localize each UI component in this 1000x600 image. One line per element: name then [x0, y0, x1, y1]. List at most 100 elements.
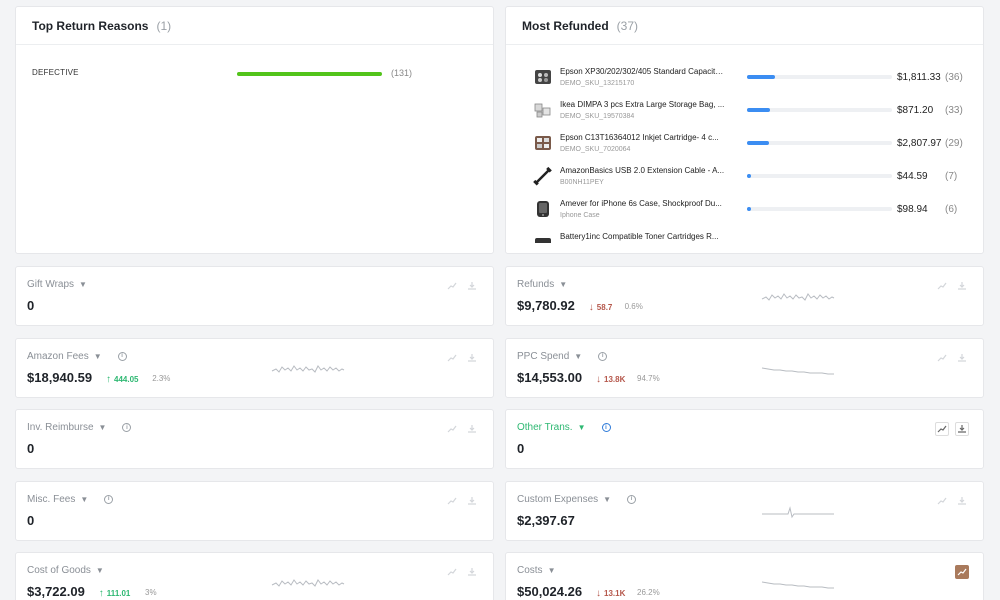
refund-list[interactable]: Epson XP30/202/302/405 Standard Capacity…	[506, 47, 983, 243]
caret-down-icon[interactable]: ▼	[548, 566, 556, 575]
metric-value: $14,553.00	[517, 369, 583, 385]
refund-item-name[interactable]: Epson XP30/202/302/405 Standard Capacity…	[560, 67, 725, 76]
metric-value: $9,780.92	[517, 298, 575, 313]
refund-item-bar-fill	[747, 108, 771, 112]
download-icon[interactable]	[955, 494, 969, 508]
refund-item-bar	[747, 141, 892, 145]
refund-item-name[interactable]: Epson C13T16364012 Inkjet Cartridge- 4 c…	[560, 133, 725, 142]
trend-chart-icon[interactable]	[935, 279, 949, 293]
metric-actions	[445, 279, 479, 293]
gift-wraps-card[interactable]: Gift Wraps ▼ 0	[15, 266, 494, 326]
metric-label[interactable]: Amazon Fees ▼ i	[27, 351, 127, 362]
sparkline	[762, 505, 834, 518]
refund-item-bar	[747, 207, 892, 211]
custom-expenses-card[interactable]: Custom Expenses ▼ i $2,397.67	[505, 480, 984, 541]
metric-label[interactable]: Cost of Goods ▼	[27, 565, 104, 576]
reason-row[interactable]: DEFECTIVE (131)	[32, 67, 432, 81]
metric-label[interactable]: Inv. Reimburse ▼ i	[27, 422, 132, 433]
download-icon[interactable]	[955, 279, 969, 293]
metric-label-text: Costs	[517, 565, 543, 576]
card-header: Top Return Reasons (1)	[16, 7, 493, 45]
info-icon[interactable]: i	[601, 423, 611, 432]
metric-value: 0	[27, 441, 35, 456]
refund-item[interactable]: Epson XP30/202/302/405 Standard Capacity…	[506, 61, 983, 94]
refund-item-name[interactable]: Battery1inc Compatible Toner Cartridges …	[560, 232, 725, 241]
metric-percent: 3%	[145, 588, 157, 597]
trend-chart-icon[interactable]	[445, 279, 459, 293]
refund-item[interactable]: Amever for iPhone 6s Case, Shockproof Du…	[506, 193, 983, 226]
metric-label[interactable]: Refunds ▼	[517, 279, 567, 290]
metric-percent: 2.3%	[152, 373, 171, 383]
refund-item-bar-fill	[747, 141, 769, 145]
caret-down-icon[interactable]: ▼	[94, 352, 102, 361]
printer-cartridge-icon	[532, 67, 554, 87]
trend-chart-icon[interactable]	[935, 494, 949, 508]
other-trans-card[interactable]: Other Trans. ▼ i 0	[505, 409, 984, 469]
metric-actions	[935, 351, 969, 365]
info-icon[interactable]: i	[627, 494, 637, 504]
caret-down-icon[interactable]: ▼	[96, 566, 104, 575]
refund-item[interactable]: AmazonBasics USB 2.0 Extension Cable - A…	[506, 160, 983, 193]
refund-item-sku: DEMO_SKU_7020064	[560, 146, 631, 153]
trend-chart-icon[interactable]	[445, 351, 459, 365]
metric-label-text: Gift Wraps	[27, 279, 75, 290]
caret-down-icon[interactable]: ▼	[79, 280, 87, 289]
download-icon[interactable]	[465, 279, 479, 293]
metric-label[interactable]: Custom Expenses ▼ i	[517, 494, 637, 505]
metric-change: ↓ 58.7	[589, 302, 613, 313]
metric-value: 0	[27, 512, 35, 528]
refund-item-name[interactable]: Amever for iPhone 6s Case, Shockproof Du…	[560, 199, 725, 208]
caret-down-icon[interactable]: ▼	[559, 280, 567, 289]
refund-item-sku: DEMO_SKU_19570384	[560, 113, 635, 120]
info-icon[interactable]: i	[598, 351, 608, 361]
phone-case-icon	[532, 199, 554, 219]
metric-label[interactable]: Other Trans. ▼ i	[517, 422, 611, 433]
metric-actions	[935, 494, 969, 508]
info-icon[interactable]: i	[117, 351, 127, 361]
metric-label[interactable]: Misc. Fees ▼ i	[27, 494, 114, 505]
refund-item-amount: $2,807.97	[897, 138, 942, 149]
caret-down-icon[interactable]: ▼	[574, 352, 582, 361]
reason-bar	[237, 72, 382, 76]
metric-label[interactable]: Costs ▼	[517, 565, 555, 576]
amazon-fees-card[interactable]: Amazon Fees ▼ i $18,940.59 ↑ 444.05 2.3%	[15, 337, 494, 398]
metric-change-value: 111.01	[106, 589, 131, 598]
metric-label[interactable]: Gift Wraps ▼	[27, 279, 87, 290]
top-return-reasons-card: Top Return Reasons (1) DEFECTIVE (131)	[15, 6, 494, 254]
reason-bar-fill	[237, 72, 382, 76]
sparkline	[761, 367, 834, 374]
usb-cable-icon	[532, 166, 554, 186]
trend-chart-icon[interactable]	[445, 494, 459, 508]
info-icon[interactable]: i	[122, 423, 132, 432]
inv-reimburse-card[interactable]: Inv. Reimburse ▼ i 0	[15, 409, 494, 469]
download-icon[interactable]	[465, 422, 479, 436]
metric-change: ↑ 444.05	[106, 374, 138, 385]
download-icon[interactable]	[465, 494, 479, 508]
trend-chart-icon[interactable]	[935, 422, 949, 436]
download-icon[interactable]	[465, 351, 479, 365]
metric-percent: 0.6%	[624, 302, 643, 311]
caret-down-icon[interactable]: ▼	[578, 423, 586, 432]
download-icon[interactable]	[955, 422, 969, 436]
ppc-spend-card[interactable]: PPC Spend ▼ i $14,553.00 ↓ 13.8K 94.7%	[505, 337, 984, 398]
caret-down-icon[interactable]: ▼	[99, 423, 107, 432]
info-icon[interactable]: i	[104, 494, 114, 504]
misc-fees-card[interactable]: Misc. Fees ▼ i 0	[15, 480, 494, 541]
trend-chart-icon[interactable]	[445, 422, 459, 436]
trend-chart-icon[interactable]	[955, 565, 969, 579]
refund-item-name[interactable]: AmazonBasics USB 2.0 Extension Cable - A…	[560, 166, 725, 175]
download-icon[interactable]	[955, 351, 969, 365]
refund-item[interactable]: Ikea DIMPA 3 pcs Extra Large Storage Bag…	[506, 94, 983, 127]
refund-item[interactable]: Battery1inc Compatible Toner Cartridges …	[506, 226, 983, 243]
costs-card[interactable]: Costs ▼ $50,024.26 ↓ 13.1K 26.2%	[505, 552, 984, 600]
trend-chart-icon[interactable]	[445, 565, 459, 579]
refunds-card[interactable]: Refunds ▼ $9,780.92 ↓ 58.7 0.6%	[505, 266, 984, 326]
refund-item[interactable]: Epson C13T16364012 Inkjet Cartridge- 4 c…	[506, 127, 983, 160]
cost-of-goods-card[interactable]: Cost of Goods ▼ $3,722.09 ↑ 111.01 3%	[15, 552, 494, 600]
download-icon[interactable]	[465, 565, 479, 579]
caret-down-icon[interactable]: ▼	[80, 495, 88, 504]
refund-item-name[interactable]: Ikea DIMPA 3 pcs Extra Large Storage Bag…	[560, 100, 725, 109]
metric-label[interactable]: PPC Spend ▼ i	[517, 351, 608, 362]
trend-chart-icon[interactable]	[935, 351, 949, 365]
caret-down-icon[interactable]: ▼	[603, 495, 611, 504]
